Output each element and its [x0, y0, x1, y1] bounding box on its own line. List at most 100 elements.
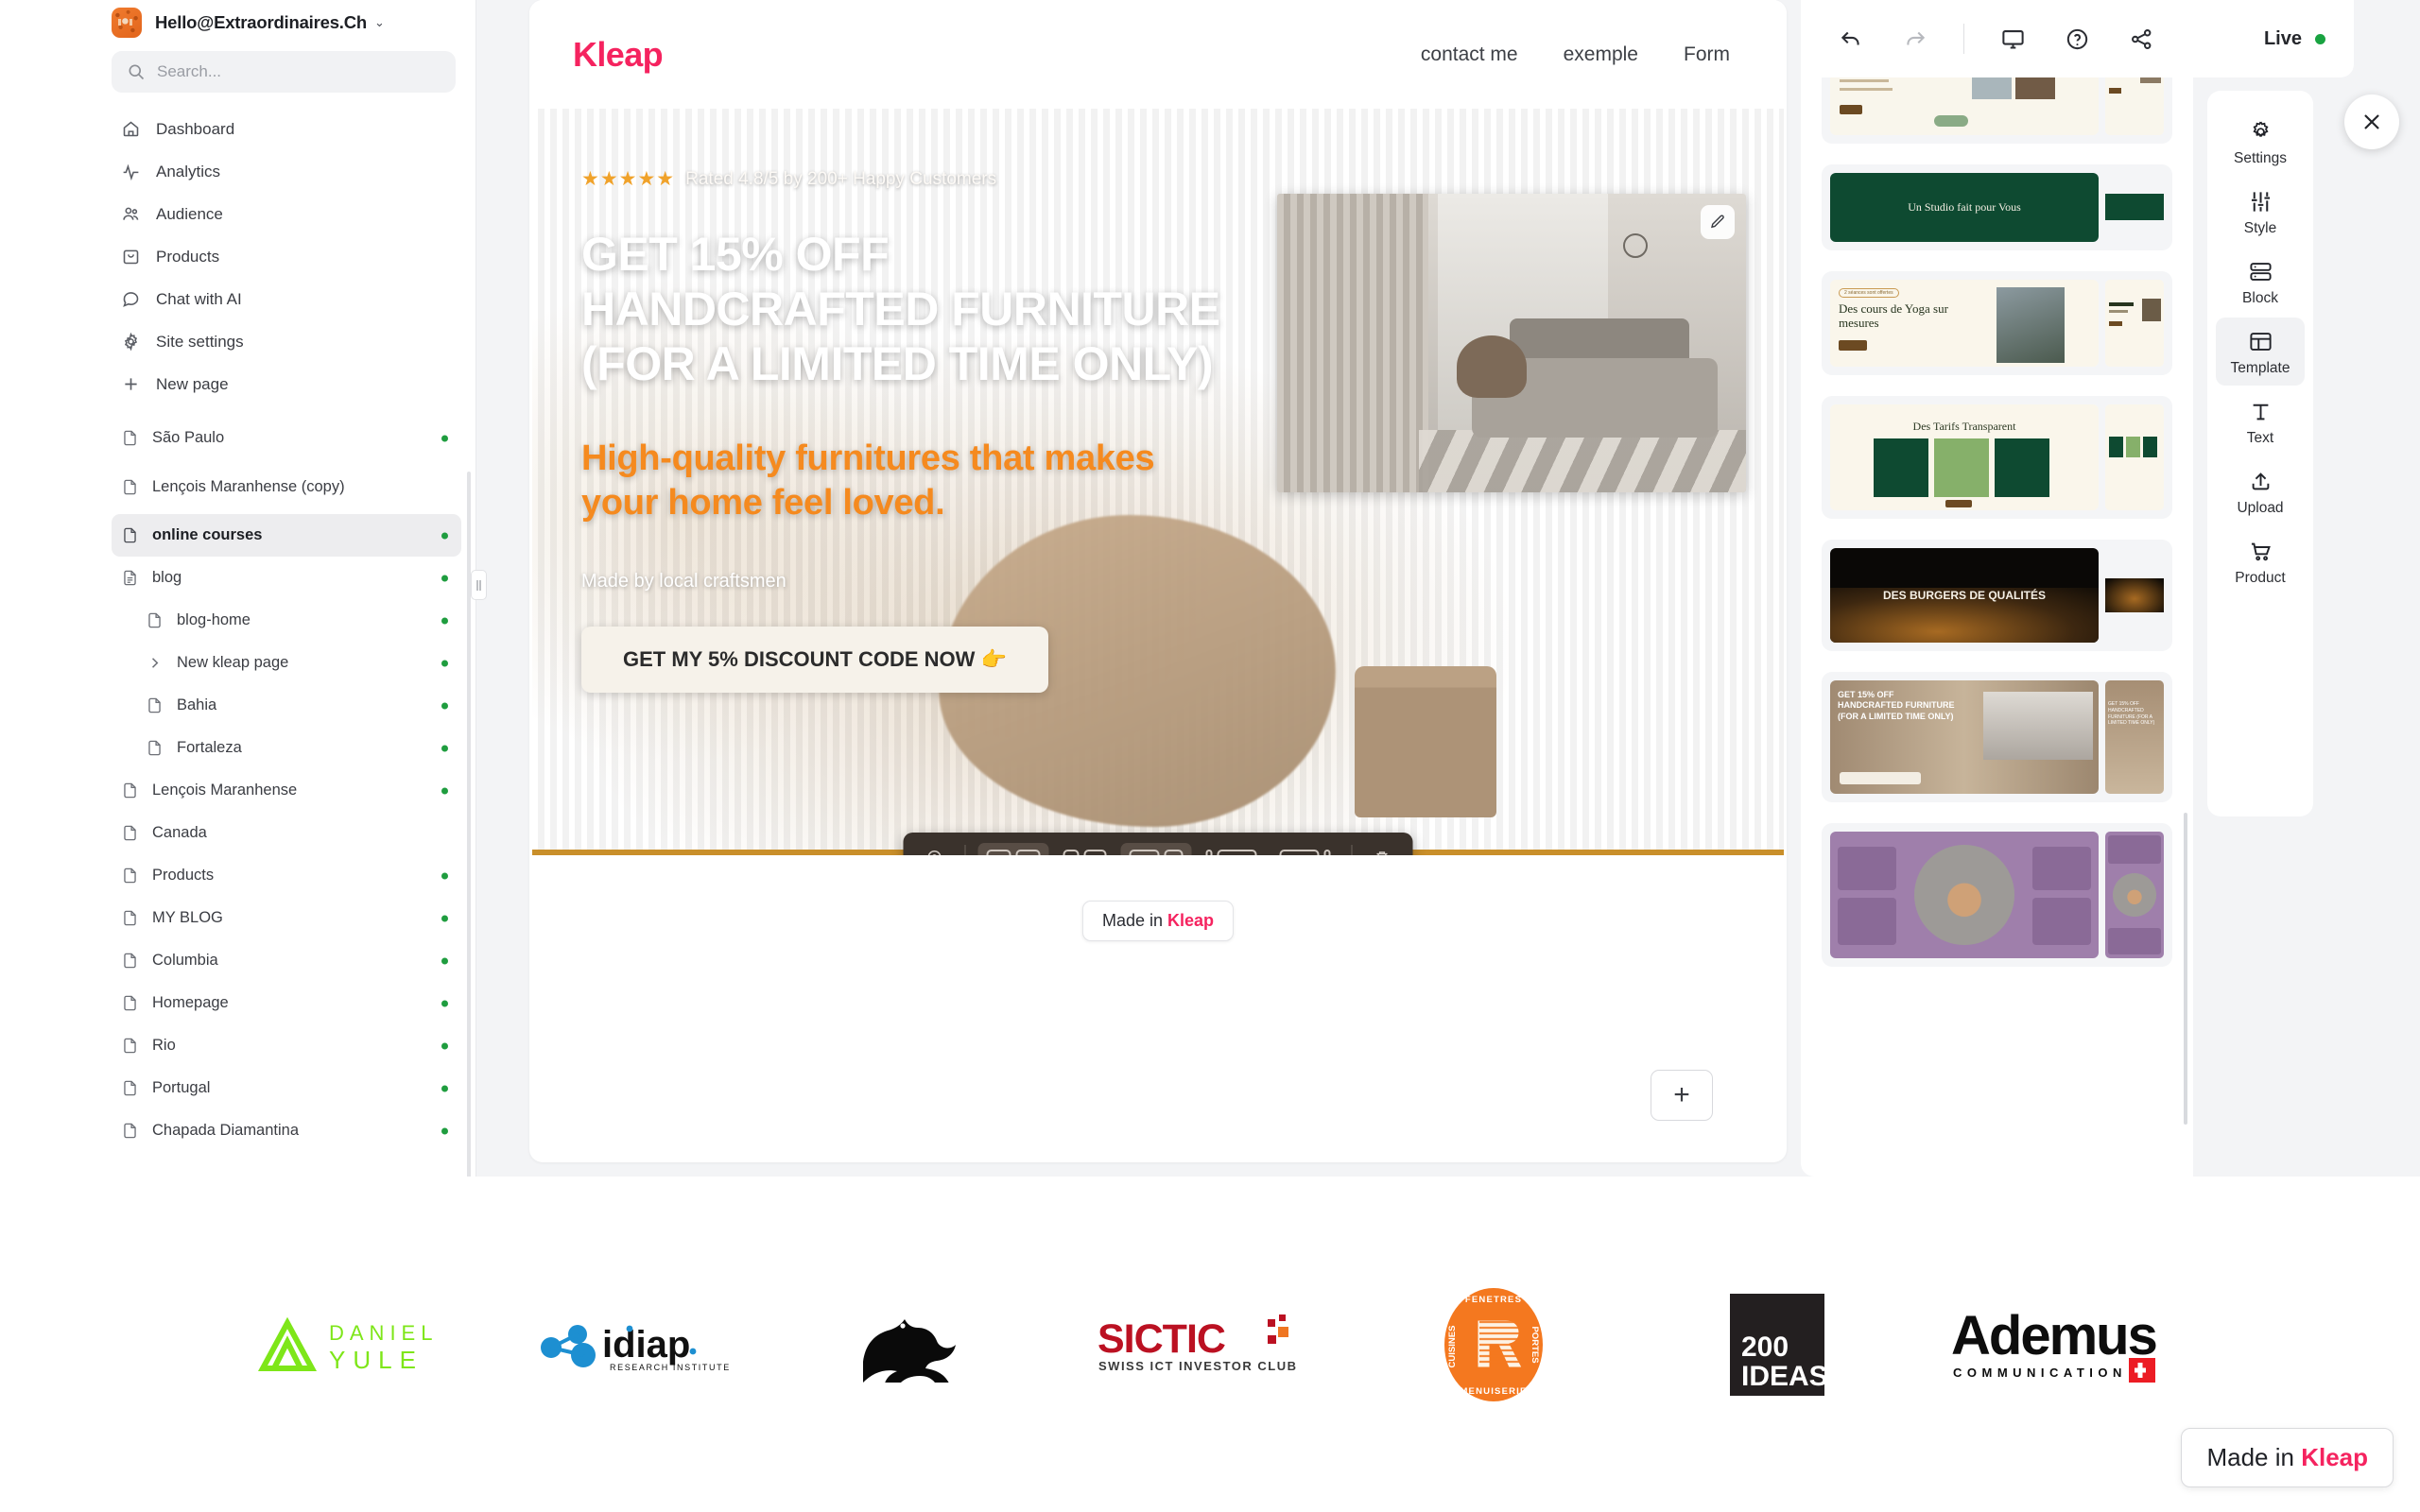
template-card-pricing[interactable]: Des Tarifs Transparent [1822, 396, 2172, 519]
layout-icon [2249, 333, 2272, 351]
desktop-icon[interactable] [1991, 17, 2034, 60]
template-card-furniture[interactable]: GET 15% OFF HANDCRAFTED FURNITURE (FOR A… [1822, 672, 2172, 802]
sidebar-item-new-page[interactable]: New page [112, 363, 456, 405]
sidebar-item-dashboard[interactable]: Dashboard [112, 108, 456, 150]
sidebar-item-chat-with-ai[interactable]: Chat with AI [112, 278, 456, 320]
target-icon[interactable] [917, 841, 953, 855]
redo-icon[interactable] [1893, 17, 1937, 60]
rows-icon [2249, 263, 2272, 281]
site-nav-link-exemple[interactable]: exemple [1564, 43, 1638, 66]
page-item-rio[interactable]: Rio [112, 1024, 461, 1067]
published-dot [441, 1042, 448, 1049]
site-logo[interactable]: Kleap [573, 35, 664, 75]
template-card-burger[interactable]: DES BURGERS DE QUALITÉS [1822, 540, 2172, 651]
hero-heading[interactable]: GET 15% OFF HANDCRAFTED FURNITURE (FOR A… [581, 227, 1243, 391]
page-item-sao-paulo[interactable]: São Paulo [112, 417, 461, 459]
template-thumb-title-mini: GET 15% OFF HANDCRAFTED FURNITURE (FOR A… [2108, 701, 2155, 727]
file-icon [121, 526, 139, 544]
page-item-label: Rio [152, 1037, 176, 1055]
help-circle-icon[interactable] [2055, 17, 2099, 60]
toolbar-divider [1963, 24, 1964, 54]
sidebar-item-audience[interactable]: Audience [112, 193, 456, 235]
site-nav-link-contact-me[interactable]: contact me [1421, 43, 1518, 66]
sidebar-item-analytics[interactable]: Analytics [112, 150, 456, 193]
live-status-label: Live [2263, 27, 2302, 49]
page-item-online-courses[interactable]: online courses [112, 514, 461, 557]
page-item-homepage[interactable]: Homepage [112, 982, 461, 1024]
site-nav-links: contact me exemple Form [1421, 43, 1730, 66]
page-item-new-kleap-page[interactable]: New kleap page [112, 642, 461, 684]
hero-subheading[interactable]: High-quality furnitures that makes your … [581, 437, 1205, 525]
live-status[interactable]: Live [2264, 28, 2325, 50]
rail-item-style[interactable]: Style [2216, 178, 2305, 246]
layout-option-two-equal-small[interactable] [1055, 843, 1115, 855]
hero-interior-photo[interactable] [1277, 194, 1746, 492]
hero-cta-button[interactable]: GET MY 5% DISCOUNT CODE NOW 👉 [581, 627, 1048, 694]
rail-item-template[interactable]: Template [2216, 318, 2305, 386]
page-item-blog-home[interactable]: blog-home [112, 599, 461, 642]
template-card-cosmetics[interactable] [1822, 823, 2172, 967]
svg-text:DANIEL: DANIEL [329, 1321, 438, 1345]
sidebar-item-site-settings[interactable]: Site settings [112, 320, 456, 363]
search-box[interactable] [112, 51, 456, 93]
rail-item-label: Text [2246, 430, 2274, 446]
layout-option-left-small-right-large[interactable] [1198, 843, 1266, 855]
undo-icon[interactable] [1829, 17, 1873, 60]
template-card-yoga-studio[interactable]: Un Studio fait pour Vous [1822, 164, 2172, 250]
page-item-fortaleza[interactable]: Fortaleza [112, 727, 461, 769]
layout-option-left-large-right-small[interactable] [1271, 843, 1340, 855]
page-item-canada[interactable]: Canada [112, 812, 461, 854]
published-dot [441, 1085, 448, 1091]
rail-item-settings[interactable]: Settings [2216, 108, 2305, 176]
workspace-selector[interactable]: Hello@Extraordinaires.Ch ⌄ [0, 0, 476, 42]
layout-option-two-equal-large[interactable] [1120, 843, 1192, 855]
close-icon[interactable] [2344, 94, 2399, 149]
hero-kicker[interactable]: Made by local craftsmen [581, 571, 1262, 593]
made-in-prefix: Made in [1101, 911, 1168, 930]
template-list[interactable]: Un Studio fait pour Vous 2 séances sont … [1801, 0, 2193, 1177]
rail-item-text[interactable]: Text [2216, 387, 2305, 455]
page-item-bahia[interactable]: Bahia [112, 684, 461, 727]
search-input[interactable] [157, 62, 441, 81]
rail-item-label: Product [2235, 570, 2286, 586]
rail-item-block[interactable]: Block [2216, 248, 2305, 316]
photo-curtain [1277, 194, 1428, 492]
published-dot [441, 617, 448, 624]
svg-text:SWISS ICT INVESTOR CLUB: SWISS ICT INVESTOR CLUB [1098, 1359, 1298, 1373]
sidebar-item-label: New page [156, 374, 229, 393]
layout-seg [1083, 850, 1107, 855]
site-nav-link-form[interactable]: Form [1684, 43, 1730, 66]
block-layout-toolbar[interactable] [903, 833, 1413, 855]
svg-text:FENETRES: FENETRES [1465, 1295, 1522, 1305]
made-in-kleap-badge-canvas[interactable]: Made in Kleap [1081, 901, 1235, 941]
sidebar-item-products[interactable]: Products [112, 235, 456, 278]
layout-seg [1217, 850, 1257, 855]
logo-idiap: idiap RESEARCH INSTITUTE [501, 1315, 785, 1374]
sidebar-resize-handle[interactable] [471, 570, 487, 600]
template-thumb-mobile [2105, 280, 2164, 367]
share-icon[interactable] [2119, 17, 2163, 60]
hero-block[interactable]: ★★★★★ Rated 4.8/5 by 200+ Happy Customer… [532, 109, 1784, 855]
template-card-yoga-courses[interactable]: 2 séances sont offertes Des cours de Yog… [1822, 271, 2172, 375]
layout-seg [1063, 850, 1080, 855]
template-panel-scrollbar[interactable] [2184, 813, 2187, 1125]
rail-item-upload[interactable]: Upload [2216, 457, 2305, 525]
toolbar-divider [964, 845, 966, 855]
add-block-button[interactable]: + [1651, 1070, 1713, 1121]
page-item-columbia[interactable]: Columbia [112, 939, 461, 982]
sidebar-item-label: Chat with AI [156, 289, 242, 308]
trash-icon[interactable] [1365, 842, 1400, 855]
page-item-blog[interactable]: blog [112, 557, 461, 599]
page-item-lencois-maranhense-copy[interactable]: Lençois Maranhense (copy) [112, 459, 461, 514]
page-item-products[interactable]: Products [112, 854, 461, 897]
made-in-kleap-badge-fixed[interactable]: Made in Kleap [2181, 1428, 2394, 1487]
rail-item-product[interactable]: Product [2216, 527, 2305, 595]
page-item-portugal[interactable]: Portugal [112, 1067, 461, 1109]
file-icon [121, 1079, 139, 1097]
page-item-lencois-maranhense[interactable]: Lençois Maranhense [112, 769, 461, 812]
page-item-my-blog[interactable]: MY BLOG [112, 897, 461, 939]
page-item-chapada-diamantina[interactable]: Chapada Diamantina [112, 1109, 461, 1152]
chevron-right-icon[interactable] [146, 654, 164, 672]
layout-option-two-equal[interactable] [977, 843, 1049, 855]
pencil-icon[interactable] [1701, 205, 1735, 239]
